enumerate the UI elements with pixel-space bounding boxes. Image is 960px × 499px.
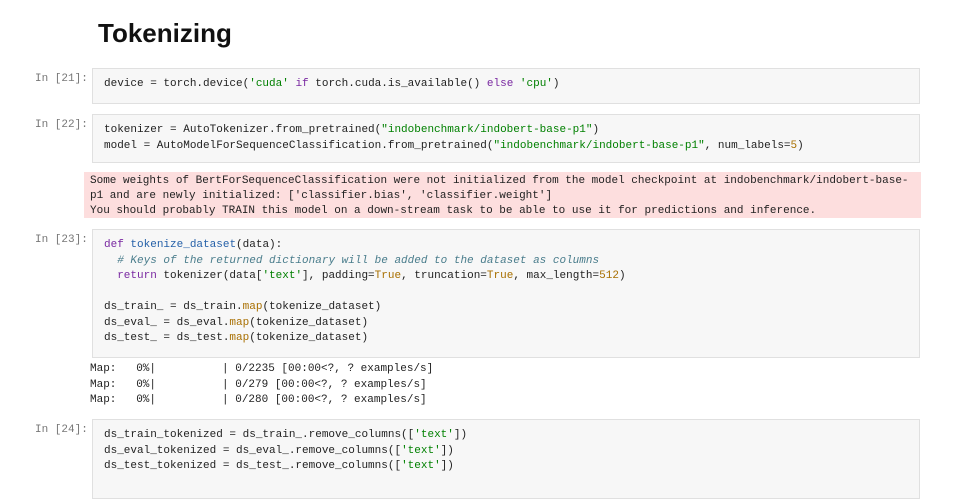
code-token: 'text' [414,429,454,441]
cell-prompt: In [24]: [35,424,88,436]
progress-line: Map: 0%| | 0/2235 [00:00<?, ? examples/s… [90,363,434,375]
code-line: def tokenize_dataset(data): [104,238,908,254]
code-token: return [117,270,157,282]
code-line: ds_test_ = ds_test.map(tokenize_dataset) [104,331,908,347]
code-token: 'text' [401,460,441,472]
progress-line: Map: 0%| | 0/280 [00:00<?, ? examples/s] [90,394,427,406]
progress-line: Map: 0%| | 0/279 [00:00<?, ? examples/s] [90,378,427,391]
code-line: model = AutoModelForSequenceClassificati… [104,139,908,155]
code-token: # Keys of the returned dictionary will b… [117,254,600,267]
code-token: map [229,316,250,329]
code-token: "indobenchmark/indobert-base-p1" [493,139,705,152]
cell-prompt: In [23]: [35,234,88,246]
code-token: ]) [453,429,468,441]
code-token: 'cuda' [249,78,289,90]
warning-line: Some weights of BertForSequenceClassific… [90,175,909,202]
code-token: , max_length= [513,270,600,282]
code-token: tokenizer(data[ [156,270,263,282]
code-token: def [104,239,124,251]
code-token: ds_eval_tokenized = ds_eval_.remove_colu… [104,444,402,457]
code-token: map [229,332,250,344]
code-token: ], padding= [302,270,375,282]
code-token: ) [618,270,626,282]
code-cell-23[interactable]: def tokenize_dataset(data): # Keys of th… [92,229,920,358]
code-token: ds_train_tokenized = ds_train_.remove_co… [104,429,415,441]
code-line: ds_eval_tokenized = ds_eval_.remove_colu… [104,444,908,460]
code-token: , num_labels= [704,139,791,152]
code-token: (data): [236,239,283,251]
code-token: ds_eval_ = ds_eval. [104,316,230,329]
code-line: ds_test_tokenized = ds_test_.remove_colu… [104,459,908,475]
code-line: ds_eval_ = ds_eval.map(tokenize_dataset) [104,316,908,332]
code-line: # Keys of the returned dictionary will b… [104,254,908,270]
code-token: ) [797,139,804,152]
code-token: ds_test_ = ds_test. [104,332,230,344]
code-token: True [486,270,514,282]
code-token: 512 [599,270,619,282]
code-token: else [486,78,514,90]
code-token: 'cpu' [519,78,553,90]
code-token: , truncation= [401,270,487,282]
code-line: tokenizer = AutoTokenizer.from_pretraine… [104,123,908,139]
code-token: if [295,78,309,90]
code-token: 'text' [401,444,441,457]
cell-prompt: In [21]: [35,73,88,85]
code-token: (tokenize_dataset) [249,316,369,329]
code-token: ds_train_ = ds_train. [104,301,243,313]
code-token: (tokenize_dataset) [262,301,382,313]
code-token: device = torch.device( [104,78,250,90]
code-token: ]) [440,444,454,457]
code-token: tokenizer = AutoTokenizer.from_pretraine… [104,124,382,136]
code-line: device = torch.device('cuda' if torch.cu… [104,77,908,93]
code-token: ds_test_tokenized = ds_test_.remove_colu… [104,460,402,472]
code-cell-21[interactable]: device = torch.device('cuda' if torch.cu… [92,68,920,104]
code-cell-22[interactable]: tokenizer = AutoTokenizer.from_pretraine… [92,114,920,163]
code-cell-24[interactable]: ds_train_tokenized = ds_train_.remove_co… [92,419,920,499]
code-line: ds_train_tokenized = ds_train_.remove_co… [104,428,908,444]
progress-output: Map: 0%| | 0/2235 [00:00<?, ? examples/s… [90,362,433,409]
section-heading: Tokenizing [98,18,232,48]
warning-line: You should probably TRAIN this model on … [90,205,817,217]
code-line: ds_train_ = ds_train.map(tokenize_datase… [104,300,908,316]
code-line: return tokenizer(data['text'], padding=T… [104,269,908,285]
code-token: tokenize_dataset [130,239,237,251]
code-editor[interactable]: ds_train_tokenized = ds_train_.remove_co… [104,428,908,475]
code-token: model = AutoModelForSequenceClassificati… [104,139,494,152]
code-token: "indobenchmark/indobert-base-p1" [381,124,593,136]
cell-prompt: In [22]: [35,119,88,131]
code-token: 'text' [262,270,303,282]
warning-output: Some weights of BertForSequenceClassific… [84,172,921,218]
code-token: True [374,270,402,282]
code-token: torch.cuda.is_available() [308,78,487,90]
code-token: (tokenize_dataset) [249,332,369,344]
code-token: ) [592,124,600,136]
code-token: ]) [440,460,454,472]
code-token: map [242,301,263,313]
code-editor[interactable]: device = torch.device('cuda' if torch.cu… [104,77,908,93]
code-editor[interactable]: def tokenize_dataset(data): # Keys of th… [104,238,908,347]
code-token: ) [552,78,560,90]
code-editor[interactable]: tokenizer = AutoTokenizer.from_pretraine… [104,123,908,154]
